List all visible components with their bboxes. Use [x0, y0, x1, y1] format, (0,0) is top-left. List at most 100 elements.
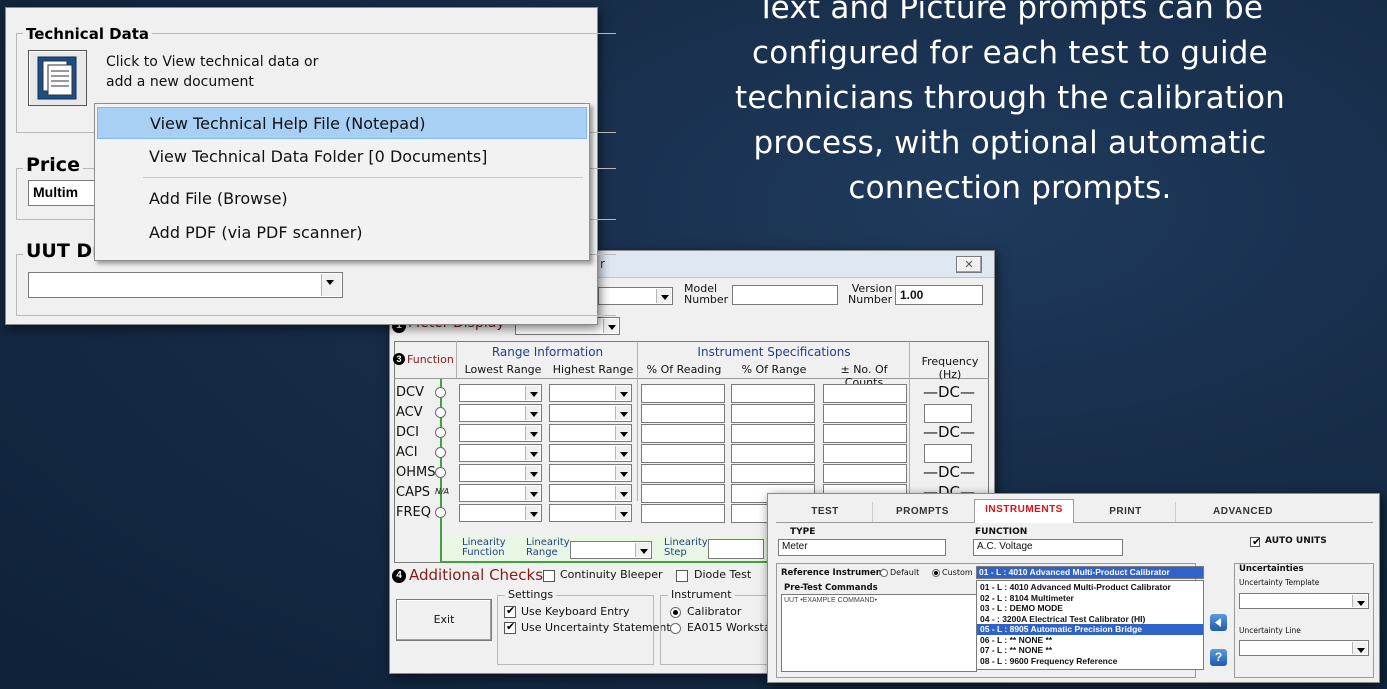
function-radio[interactable] [435, 467, 446, 478]
chevron-down-icon[interactable] [525, 386, 540, 400]
uut-drive-combo[interactable] [28, 272, 343, 298]
pct-range-input[interactable] [731, 444, 815, 463]
chevron-down-icon[interactable] [525, 506, 540, 520]
pct-range-input[interactable] [731, 404, 815, 423]
list-item[interactable]: 05 - L : 8905 Automatic Precision Bridge [977, 624, 1203, 635]
chevron-down-icon[interactable] [525, 486, 540, 500]
highest-range-combo[interactable] [549, 384, 632, 402]
version-number-input[interactable]: 1.00 [895, 285, 983, 305]
chevron-down-icon[interactable] [1352, 642, 1367, 654]
highest-range-combo[interactable] [549, 404, 632, 422]
highest-range-combo[interactable] [549, 484, 632, 502]
chevron-down-icon[interactable] [525, 426, 540, 440]
list-item[interactable]: 06 - L : ** NONE ** [977, 635, 1203, 646]
arrow-left-icon[interactable] [1210, 614, 1227, 631]
chevron-down-icon[interactable] [525, 466, 540, 480]
menu-item-add-file[interactable]: Add File (Browse) [97, 183, 587, 215]
keyboard-entry-checkbox[interactable] [504, 604, 516, 618]
function-radio[interactable] [435, 427, 446, 438]
pct-reading-input[interactable] [641, 504, 725, 523]
function-combo[interactable]: A.C. Voltage [973, 539, 1123, 556]
chevron-down-icon[interactable] [656, 289, 671, 303]
counts-input[interactable] [823, 404, 907, 423]
chevron-down-icon[interactable] [615, 386, 630, 400]
linearity-range-combo[interactable] [570, 541, 652, 559]
pct-reading-input[interactable] [641, 424, 725, 443]
chevron-down-icon[interactable] [615, 406, 630, 420]
diode-checkbox[interactable] [676, 570, 688, 582]
reference-instrument-combo[interactable]: 01 - L : 4010 Advanced Multi-Product Cal… [976, 566, 1204, 579]
list-item[interactable]: 03 - L : DEMO MODE [977, 603, 1203, 614]
menu-item-view-data-folder[interactable]: View Technical Data Folder [0 Documents] [97, 141, 587, 173]
highest-range-combo[interactable] [549, 444, 632, 462]
pct-reading-input[interactable] [641, 464, 725, 483]
custom-radio[interactable] [932, 569, 940, 577]
tab-prompts[interactable]: PROMPTS [872, 502, 972, 522]
chevron-down-icon[interactable] [615, 426, 630, 440]
lowest-range-combo[interactable] [459, 384, 542, 402]
auto-units-checkbox[interactable] [1250, 535, 1261, 548]
chevron-down-icon[interactable] [615, 506, 630, 520]
pct-reading-input[interactable] [641, 484, 725, 503]
close-button[interactable]: ✕ [956, 256, 982, 273]
pct-reading-input[interactable] [641, 384, 725, 403]
pct-reading-input[interactable] [641, 444, 725, 463]
list-item[interactable]: 07 - L : ** NONE ** [977, 645, 1203, 656]
function-radio[interactable] [435, 447, 446, 458]
lowest-range-combo[interactable] [459, 464, 542, 482]
technical-data-button[interactable] [28, 50, 87, 106]
function-radio[interactable] [435, 507, 446, 518]
highest-range-combo[interactable] [549, 424, 632, 442]
chevron-down-icon[interactable] [615, 466, 630, 480]
chevron-down-icon[interactable] [1352, 595, 1367, 607]
counts-input[interactable] [823, 384, 907, 403]
counts-input[interactable] [823, 444, 907, 463]
menu-item-add-pdf[interactable]: Add PDF (via PDF scanner) [97, 217, 587, 249]
menu-item-view-help-file[interactable]: View Technical Help File (Notepad) [97, 107, 587, 139]
uncertainty-checkbox[interactable] [504, 620, 516, 634]
ea015-radio[interactable] [670, 623, 681, 634]
chevron-down-icon[interactable] [525, 406, 540, 420]
chevron-down-icon[interactable] [321, 274, 341, 296]
chevron-down-icon[interactable] [615, 486, 630, 500]
lowest-range-combo[interactable] [459, 504, 542, 522]
pct-reading-input[interactable] [641, 404, 725, 423]
type-combo[interactable]: Meter [778, 539, 946, 556]
lowest-range-combo[interactable] [459, 424, 542, 442]
tab-advanced[interactable]: ADVANCED [1188, 502, 1298, 522]
list-item[interactable]: 04 - : 3200A Electrical Test Calibrator … [977, 614, 1203, 625]
list-item[interactable]: 02 - L : 8104 Multimeter [977, 593, 1203, 604]
lowest-range-combo[interactable] [459, 484, 542, 502]
pct-range-input[interactable] [731, 464, 815, 483]
linearity-step-input[interactable] [708, 539, 764, 559]
pct-range-input[interactable] [731, 384, 815, 403]
list-item[interactable]: 08 - L : 9600 Frequency Reference [977, 656, 1203, 667]
model-number-input[interactable] [732, 285, 838, 305]
list-item[interactable]: 01 - L : 4010 Advanced Multi-Product Cal… [977, 582, 1203, 593]
exit-button[interactable]: Exit [396, 599, 492, 641]
uncertainty-line-combo[interactable] [1239, 640, 1369, 656]
lowest-range-combo[interactable] [459, 444, 542, 462]
chevron-down-icon[interactable] [615, 446, 630, 460]
help-icon[interactable]: ? [1210, 649, 1227, 666]
pct-range-input[interactable] [731, 424, 815, 443]
highest-range-combo[interactable] [549, 464, 632, 482]
highest-range-combo[interactable] [549, 504, 632, 522]
tab-instruments[interactable]: INSTRUMENTS [974, 499, 1074, 523]
pretest-commands-input[interactable]: UUT •EXAMPLE COMMAND• [781, 594, 977, 672]
chevron-down-icon[interactable] [603, 319, 618, 333]
tab-print[interactable]: PRINT [1076, 502, 1176, 522]
counts-input[interactable] [823, 464, 907, 483]
lowest-range-combo[interactable] [459, 404, 542, 422]
counts-input[interactable] [823, 424, 907, 443]
continuity-checkbox[interactable] [543, 570, 555, 582]
tab-test[interactable]: TEST [780, 502, 870, 522]
default-radio[interactable] [880, 569, 888, 577]
instrument-list[interactable]: 01 - L : 4010 Advanced Multi-Product Cal… [976, 580, 1204, 670]
frequency-input[interactable] [924, 404, 972, 423]
function-radio[interactable] [435, 387, 446, 398]
chevron-down-icon[interactable] [525, 446, 540, 460]
calibrator-radio[interactable] [670, 607, 681, 618]
frequency-input[interactable] [924, 444, 972, 463]
chevron-down-icon[interactable] [635, 543, 650, 557]
